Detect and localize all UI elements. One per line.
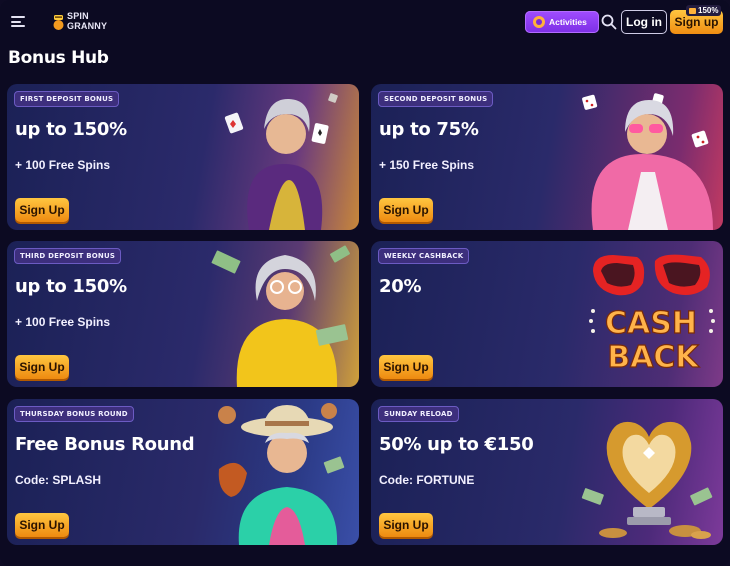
signup-bonus-badge-text: 150% [698, 6, 719, 15]
top-header: SPIN GRANNY Activities Log in Sign up 15… [0, 0, 730, 44]
card-headline: 20% [379, 276, 422, 297]
card-subtext: + 100 Free Spins [15, 158, 111, 172]
search-icon[interactable] [601, 14, 617, 30]
card-subtext: + 100 Free Spins [15, 315, 111, 329]
signup-bonus-badge: 150% [686, 5, 722, 16]
granny-cards-illustration [224, 93, 338, 230]
logo-line-2: GRANNY [67, 21, 108, 31]
card-signup-button[interactable]: Sign Up [379, 355, 433, 379]
granny-money-illustration [211, 245, 350, 387]
card-headline: Free Bonus Round [15, 434, 195, 455]
card-signup-button[interactable]: Sign Up [15, 198, 69, 222]
logo[interactable]: SPIN GRANNY [52, 10, 112, 34]
card-subtext: + 150 Free Spins [379, 158, 475, 172]
granny-dice-illustration [582, 93, 713, 230]
card-tag: THURSDAY BONUS ROUND [14, 406, 134, 422]
card-signup-button[interactable]: Sign Up [379, 513, 433, 537]
bonus-card-second-deposit[interactable]: SECOND DEPOSIT BONUS up to 75% + 150 Fre… [371, 84, 723, 230]
activities-button[interactable]: Activities [525, 11, 599, 33]
card-tag: WEEKLY CASHBACK [378, 248, 470, 264]
logo-line-1: SPIN [67, 11, 89, 21]
menu-icon[interactable] [11, 16, 25, 27]
login-button[interactable]: Log in [621, 10, 667, 34]
card-subtext: Code: SPLASH [15, 473, 102, 487]
card-tag: THIRD DEPOSIT BONUS [14, 248, 122, 264]
card-signup-button[interactable]: Sign Up [15, 355, 69, 379]
activities-label: Activities [549, 17, 587, 27]
bonus-card-thursday-bonus-round[interactable]: THURSDAY BONUS ROUND Free Bonus Round Co… [7, 399, 359, 545]
card-headline: up to 150% [15, 276, 127, 297]
cashback-sunglasses-illustration: CASH BACK [589, 254, 715, 376]
bonus-card-sunday-reload[interactable]: SUNDAY RELOAD 50% up to €150 Code: FORTU… [371, 399, 723, 545]
cashback-art-text-2: BACK [607, 340, 700, 375]
granny-hat-illustration [218, 403, 345, 545]
bonus-card-weekly-cashback[interactable]: WEEKLY CASHBACK 20% Sign Up CASH BACK [371, 241, 723, 387]
cashback-art-text-1: CASH [605, 306, 697, 341]
card-tag: SECOND DEPOSIT BONUS [378, 91, 494, 107]
bonus-card-first-deposit[interactable]: FIRST DEPOSIT BONUS up to 150% + 100 Fre… [7, 84, 359, 230]
card-headline: 50% up to €150 [379, 434, 534, 455]
logo-icon [53, 15, 64, 30]
heart-trophy-illustration [581, 421, 713, 539]
logo-text: SPIN GRANNY [67, 11, 107, 31]
gift-icon [689, 7, 696, 14]
card-headline: up to 75% [379, 119, 479, 140]
app-frame: SPIN GRANNY Activities Log in Sign up 15… [0, 0, 730, 566]
card-subtext: Code: FORTUNE [379, 473, 475, 487]
card-tag: SUNDAY RELOAD [378, 406, 459, 422]
card-tag: FIRST DEPOSIT BONUS [14, 91, 120, 107]
card-headline: up to 150% [15, 119, 127, 140]
activities-icon [533, 16, 545, 28]
bonus-card-third-deposit[interactable]: THIRD DEPOSIT BONUS up to 150% + 100 Fre… [7, 241, 359, 387]
card-signup-button[interactable]: Sign Up [379, 198, 433, 222]
page-title: Bonus Hub [8, 48, 109, 68]
card-signup-button[interactable]: Sign Up [15, 513, 69, 537]
